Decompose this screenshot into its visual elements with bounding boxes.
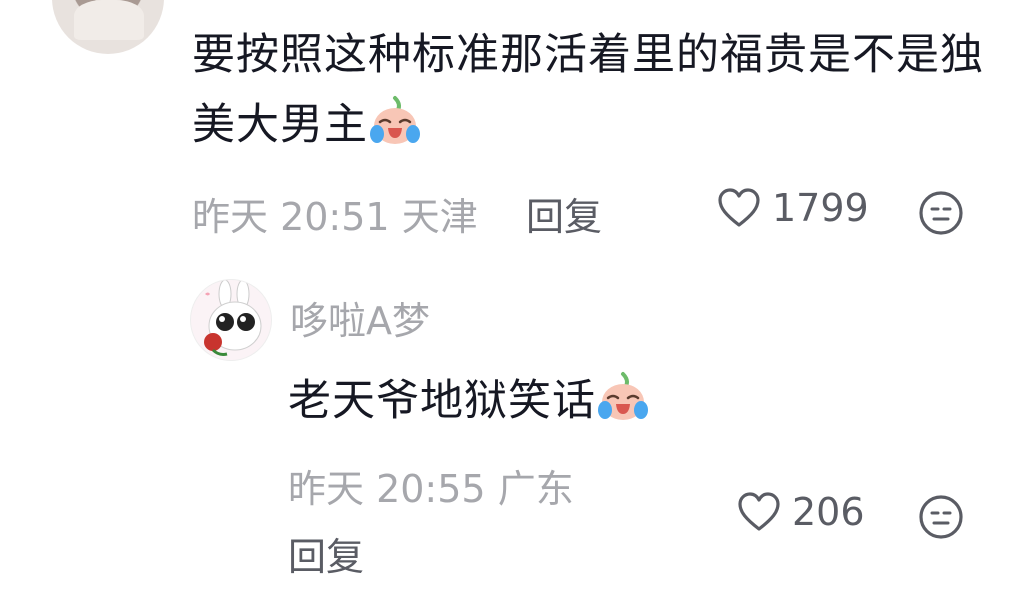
like-count: 1799 [772,186,869,230]
reply-text: 老天爷地狱笑话 [288,366,650,428]
reply-author-name[interactable]: 哆啦A梦 [290,290,430,345]
reply-body: 老天爷地狱笑话 [288,376,596,426]
crying-laughing-emoji-icon [370,96,420,144]
comment-location: 天津 [401,195,478,239]
reply-reply-button[interactable]: 回复 [288,526,364,581]
heart-icon [738,492,780,531]
reply-like-button[interactable]: 206 [736,490,865,534]
crying-laughing-emoji-icon [598,372,648,420]
reply-location: 广东 [497,467,574,511]
commenter-avatar[interactable] [52,0,164,54]
reply-button[interactable]: 回复 [526,186,602,241]
reply-like-count: 206 [792,490,865,534]
like-button[interactable]: 1799 [716,186,869,230]
reply-time: 昨天 20:55 [288,467,486,511]
comment-text: 要按照这种标准那活着里的福贵是不是独美大男主 [192,20,992,160]
dislike-face-icon[interactable] [918,494,964,540]
comment-meta: 昨天 20:51 天津 [192,186,478,241]
comment-time: 昨天 20:51 [192,195,390,239]
comment-body: 要按照这种标准那活着里的福贵是不是独美大男主 [192,30,984,150]
dislike-face-icon[interactable] [918,190,964,236]
reply-author-avatar[interactable] [190,279,272,361]
reply-meta: 昨天 20:55 广东 [288,458,574,513]
heart-icon [718,188,760,227]
rabbit-avatar-icon [204,280,262,356]
